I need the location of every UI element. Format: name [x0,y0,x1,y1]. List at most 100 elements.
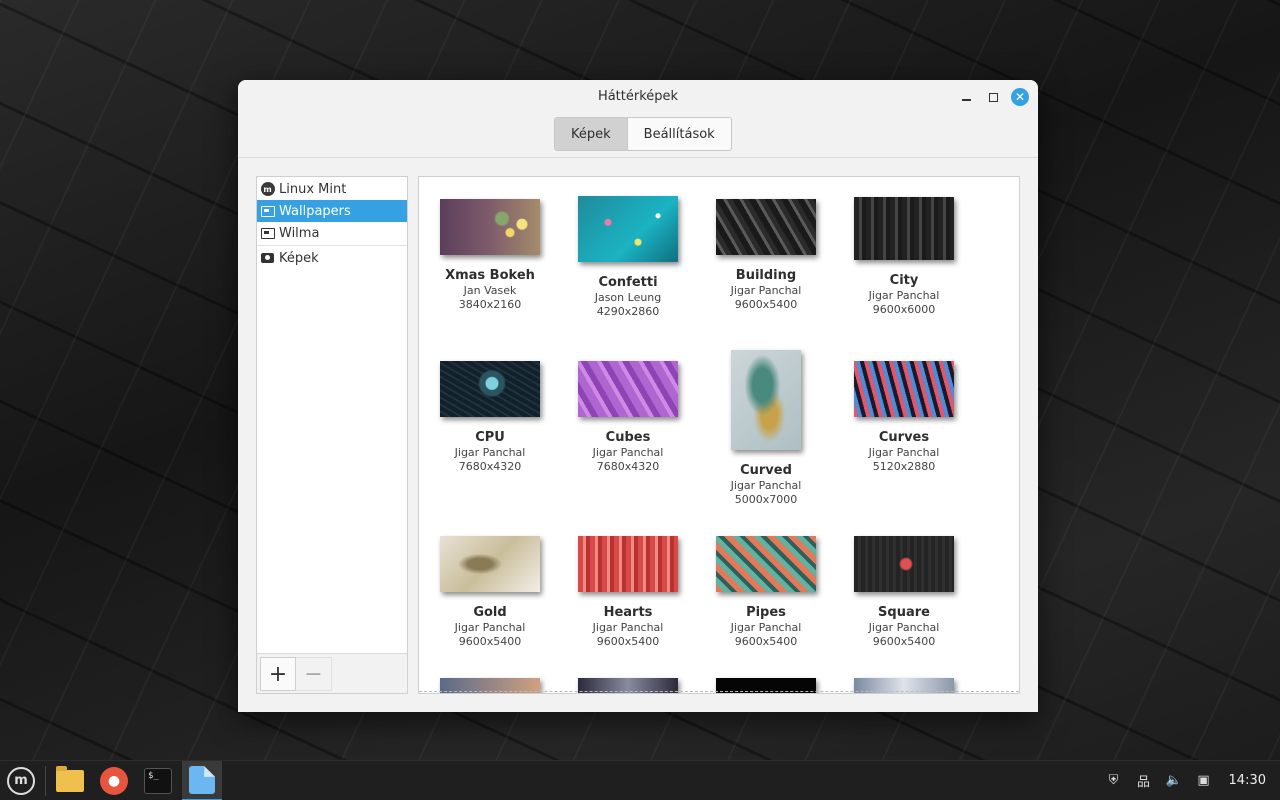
volume-icon[interactable]: 🔈 [1165,772,1183,790]
wallpaper-resolution: 9600x5400 [596,635,660,648]
wallpaper-item[interactable]: Xmas Bokeh Jan Vasek 3840x2160 [422,199,558,312]
tab-images[interactable]: Képek [555,118,628,150]
wallpaper-thumbnail [440,361,540,417]
minimize-icon [961,99,971,101]
wallpaper-resolution: 9600x5400 [734,635,798,648]
wallpaper-resolution: 7680x4320 [596,460,660,473]
wallpaper-name: Xmas Bokeh [445,268,535,283]
wallpaper-resolution: 5120x2880 [872,460,936,473]
maximize-button[interactable] [984,88,1002,106]
network-icon[interactable]: 品 [1135,772,1153,790]
sidebar-item-label: Wilma [279,225,320,241]
wallpaper-thumbnail [578,536,678,592]
wallpaper-thumbnail [440,536,540,592]
monitor-icon [260,226,275,241]
wallpaper-name: Confetti [598,275,658,290]
wallpaper-item[interactable]: Cubes Jigar Panchal 7680x4320 [560,361,696,474]
wallpaper-resolution: 5000x7000 [734,493,798,506]
wallpaper-author: Jigar Panchal [868,289,940,302]
wallpaper-author: Jigar Panchal [730,479,802,492]
wallpaper-item[interactable]: Confetti Jason Leung 4290x2860 [560,196,696,319]
wallpaper-thumbnail [578,196,678,262]
wallpaper-name: Building [735,268,797,283]
launcher-firefox[interactable]: ● [94,761,134,800]
wallpaper-author: Jigar Panchal [868,621,940,634]
sidebar-item-wallpapers[interactable]: Wallpapers [257,200,407,222]
clipboard-icon[interactable]: ▣ [1195,772,1213,790]
wallpaper-author: Jigar Panchal [454,446,526,459]
close-icon: ✕ [1014,90,1026,104]
wallpaper-item[interactable]: CPU Jigar Panchal 7680x4320 [422,361,558,474]
system-tray: ⛨ 品 🔈 ▣ 14:30 [1105,772,1280,790]
titlebar: Háttérképek ✕ Képek Beállítások [238,80,1038,158]
tab-settings[interactable]: Beállítások [628,118,731,150]
wallpaper-thumbnail [854,197,954,260]
wallpaper-item[interactable]: Gold Jigar Panchal 9600x5400 [422,536,558,649]
wallpaper-name: Gold [473,605,507,620]
wallpaper-name: Curved [740,463,792,478]
window-title: Háttérképek [597,89,679,104]
clock[interactable]: 14:30 [1229,773,1266,788]
wallpaper-thumbnail [716,536,816,592]
folder-icon [56,765,84,792]
wallpaper-item[interactable]: Building Jigar Panchal 9600x5400 [698,199,834,312]
menu-button[interactable]: m [1,761,41,800]
launcher-files[interactable] [50,761,90,800]
wallpaper-author: Jigar Panchal [592,446,664,459]
wallpaper-thumbnail [440,199,540,255]
wallpaper-resolution: 7680x4320 [458,460,522,473]
wallpaper-resolution: 9600x6000 [872,303,936,316]
wallpaper-thumbnail [854,536,954,592]
window-button-wallpapers[interactable] [182,760,222,800]
sidebar-separator [257,245,407,246]
wallpaper-thumbnail [854,361,954,417]
wallpaper-settings-window: Háttérképek ✕ Képek Beállítások m Linux … [238,80,1038,712]
launcher-terminal[interactable]: $_ [138,761,178,800]
add-folder-button[interactable]: + [260,657,296,691]
linux-mint-icon: m [260,182,275,197]
camera-icon [260,251,275,266]
close-button[interactable]: ✕ [1011,88,1029,106]
wallpaper-item[interactable]: Pipes Jigar Panchal 9600x5400 [698,536,834,649]
sidebar-item-label: Linux Mint [279,181,347,197]
wallpaper-author: Jigar Panchal [454,621,526,634]
wallpaper-item[interactable]: Square Jigar Panchal 9600x5400 [836,536,972,649]
wallpaper-author: Jigar Panchal [730,621,802,634]
wallpaper-name: City [889,273,919,288]
firefox-icon: ● [100,766,128,795]
wallpaper-resolution: 9600x5400 [872,635,936,648]
sidebar-toolbar: + − [257,653,407,693]
wallpaper-item[interactable]: Hearts Jigar Panchal 9600x5400 [560,536,696,649]
wallpaper-thumbnail [716,199,816,255]
monitor-icon [260,204,275,219]
wallpaper-resolution: 9600x5400 [734,298,798,311]
wallpaper-item[interactable]: Curved Jigar Panchal 5000x7000 [698,350,834,507]
sidebar-item-linux-mint[interactable]: m Linux Mint [257,178,407,200]
wallpaper-name: Square [878,605,930,620]
wallpaper-author: Jigar Panchal [592,621,664,634]
wallpaper-resolution: 4290x2860 [596,305,660,318]
remove-folder-button[interactable]: − [296,657,332,691]
minimize-button[interactable] [957,88,975,106]
terminal-icon: $_ [144,767,172,794]
shield-icon[interactable]: ⛨ [1105,772,1123,790]
wallpaper-resolution: 3840x2160 [458,298,522,311]
maximize-icon [988,92,998,102]
wallpaper-item[interactable]: Curves Jigar Panchal 5120x2880 [836,361,972,474]
grid-scroll-edge [419,691,1019,693]
wallpaper-author: Jason Leung [594,291,662,304]
wallpaper-app-icon [189,765,215,794]
taskbar-separator [45,765,46,796]
wallpaper-thumbnail [731,350,801,450]
wallpaper-name: CPU [475,430,505,445]
sidebar-item-wilma[interactable]: Wilma [257,222,407,244]
wallpaper-thumbnail [578,361,678,417]
sidebar-item-pictures[interactable]: Képek [257,247,407,269]
wallpaper-resolution: 9600x5400 [458,635,522,648]
sidebar-item-label: Wallpapers [279,203,351,219]
wallpaper-name: Cubes [605,430,651,445]
wallpaper-item[interactable]: City Jigar Panchal 9600x6000 [836,197,972,317]
wallpaper-name: Hearts [603,605,653,620]
tab-switcher: Képek Beállítások [554,117,732,151]
wallpaper-name: Pipes [746,605,786,620]
